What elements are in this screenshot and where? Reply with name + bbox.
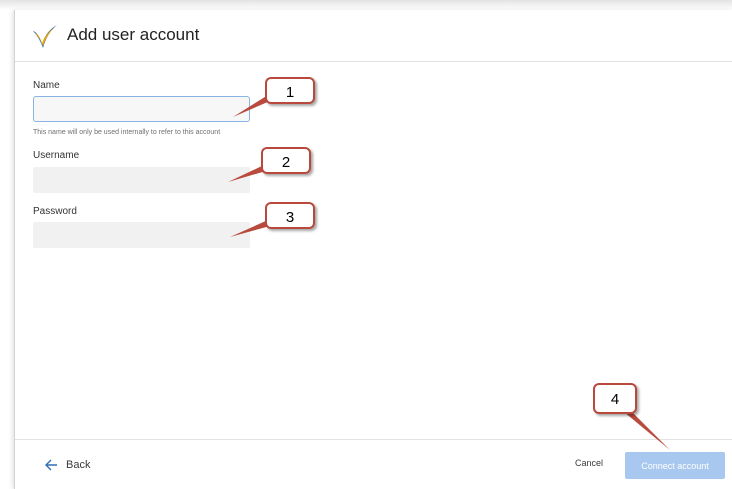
username-input[interactable]: [33, 167, 250, 193]
password-label: Password: [33, 206, 77, 217]
username-label: Username: [33, 150, 80, 161]
name-input[interactable]: [33, 96, 250, 122]
dialog-footer: Back Cancel Connect account: [15, 439, 732, 489]
dialog-header: Add user account: [15, 10, 732, 62]
cancel-button[interactable]: Cancel: [575, 458, 603, 468]
password-input[interactable]: [33, 222, 250, 248]
window-top-shadow: [0, 0, 732, 10]
name-label: Name: [33, 80, 60, 91]
connect-account-button[interactable]: Connect account: [625, 452, 725, 479]
add-user-dialog: Add user account Name This name will onl…: [14, 10, 732, 489]
dialog-title: Add user account: [67, 25, 200, 44]
sap-checkmark-logo-icon: [33, 25, 57, 48]
arrow-left-icon: [45, 459, 57, 471]
back-label: Back: [66, 459, 91, 471]
back-button[interactable]: Back: [45, 456, 90, 474]
name-hint: This name will only be used internally t…: [33, 129, 221, 136]
